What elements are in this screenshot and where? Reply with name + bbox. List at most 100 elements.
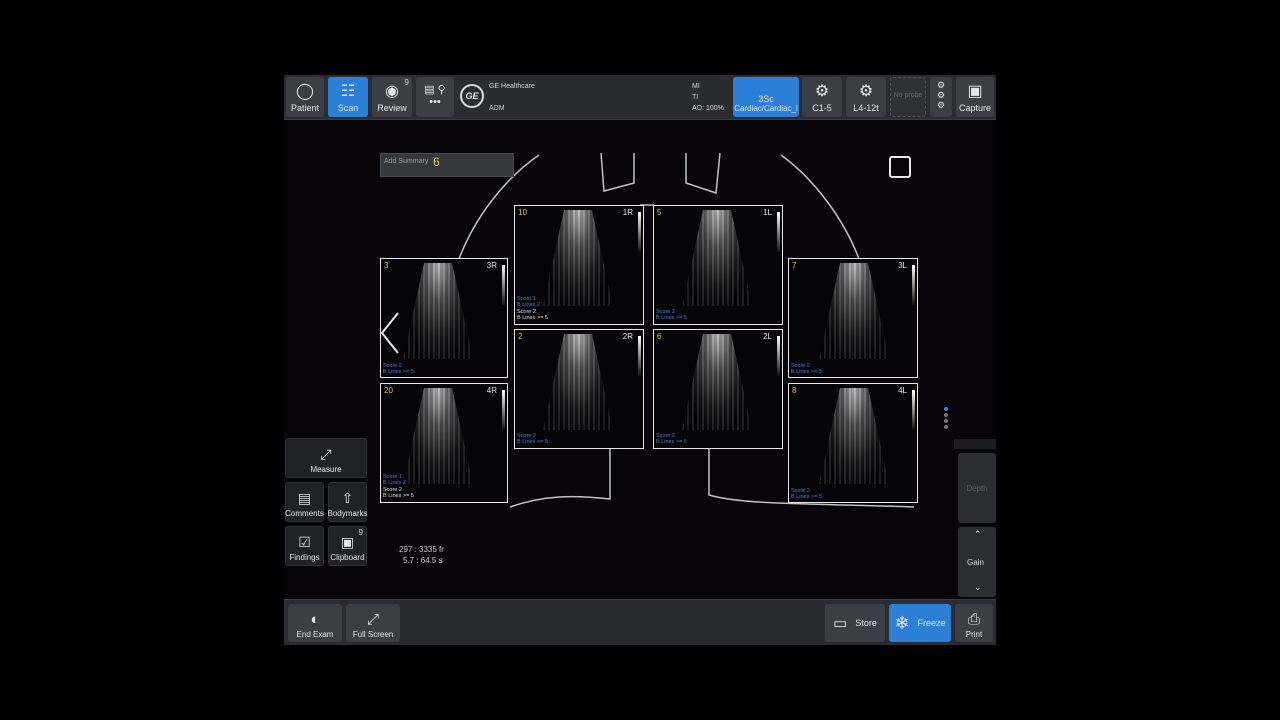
gain-control[interactable]: ⌃ Gain ⌄ bbox=[958, 527, 996, 597]
frame-readout: 297 : 3335 fr 5.7 : 64.5 s bbox=[399, 544, 444, 566]
tile-label: B Lines 2 bbox=[383, 480, 406, 486]
probe-c1-5-button[interactable]: ⚙ C1-5 bbox=[802, 77, 842, 117]
frame-count: 297 : 3335 fr bbox=[399, 545, 444, 554]
store-button[interactable]: ▭ Store bbox=[825, 604, 885, 642]
chevron-up-icon[interactable]: ⌃ bbox=[974, 529, 982, 540]
tile-number: 2 bbox=[518, 332, 523, 341]
snowflake-icon: ❄ bbox=[894, 612, 910, 633]
comment-icon: ▤ bbox=[297, 490, 312, 506]
clipboard-label: Clipboard bbox=[330, 553, 365, 562]
image-icon: ▣ bbox=[340, 534, 355, 550]
capture-icon: ▣ bbox=[967, 83, 983, 100]
full-screen-icon: ⤢ bbox=[366, 611, 379, 628]
tile-zone: 3R bbox=[486, 261, 497, 270]
probe-3sc-button[interactable]: 3Sc Cardiac/Cardiac_l bbox=[733, 77, 799, 117]
capture-label: Capture bbox=[958, 103, 992, 113]
measure-button[interactable]: ⤢ Measure bbox=[285, 438, 367, 478]
ultrasound-image bbox=[819, 388, 889, 484]
lung-zone-tile[interactable]: 2 2R Score 2 B Lines >= 5 bbox=[514, 329, 644, 449]
page-dot bbox=[944, 413, 948, 417]
scan-label: Scan bbox=[337, 103, 359, 113]
clipboard-search-icon: ▤ ⚲ bbox=[424, 83, 446, 96]
depth-label: Depth bbox=[966, 483, 988, 493]
full-screen-button[interactable]: ⤢ Full Screen bbox=[346, 604, 400, 642]
settings-icons: ⚙ ⚙ ⚙ bbox=[936, 80, 946, 110]
print-label: Print bbox=[965, 630, 983, 639]
page-indicator bbox=[944, 407, 950, 429]
user-text: ADM bbox=[489, 105, 505, 112]
tile-number: 6 bbox=[657, 332, 662, 341]
lung-zone-tile[interactable]: 5 1L Score 2 B Lines >= 5 bbox=[653, 205, 783, 325]
tile-zone: 3L bbox=[898, 261, 907, 270]
end-exam-icon: ◐ bbox=[310, 611, 320, 628]
review-count-badge: 9 bbox=[404, 78, 409, 87]
select-checkbox[interactable] bbox=[889, 156, 911, 178]
top-toolbar: ◯ Patient ☷ Scan 9 ◉ Review ▤ ⚲ ••• GE G… bbox=[284, 75, 996, 120]
clipboard-button[interactable]: 9 ▣ Clipboard bbox=[328, 526, 367, 566]
tile-number: 20 bbox=[384, 386, 393, 395]
comments-button[interactable]: ▤ Comments bbox=[285, 482, 324, 522]
lung-zone-tile[interactable]: 20 4R Score 1 B Lines 2 Score 2 B Lines … bbox=[380, 383, 508, 503]
gain-label: Gain bbox=[967, 558, 984, 567]
previous-page-arrow-icon[interactable] bbox=[378, 311, 402, 355]
tile-zone: 1L bbox=[763, 208, 772, 217]
measure-icon: ⤢ bbox=[320, 446, 332, 462]
scan-button[interactable]: ☷ Scan bbox=[328, 77, 368, 117]
lung-zone-tile[interactable]: 7 3L Score 2 B Lines >= 5 bbox=[788, 258, 918, 378]
lung-zone-tile[interactable]: 10 1R Score 1 B Lines 2 Score 2 B Lines … bbox=[514, 205, 644, 325]
ge-logo: GE bbox=[460, 84, 484, 108]
capture-button[interactable]: ▣ Capture bbox=[956, 77, 994, 117]
bottom-toolbar: ◐ End Exam ⤢ Full Screen ▭ Store ❄ Freez… bbox=[284, 599, 996, 645]
add-summary-field[interactable]: Add Summary 6 bbox=[380, 153, 514, 177]
tile-zone: 2L bbox=[763, 332, 772, 341]
tile-label: B Lines >= 5 bbox=[383, 369, 414, 375]
printer-icon: ⎙ bbox=[967, 611, 980, 628]
print-button[interactable]: ⎙ Print bbox=[955, 604, 993, 642]
grayscale-bar bbox=[777, 336, 780, 376]
probe-preset: Cardiac/Cardiac_l bbox=[734, 104, 798, 113]
tile-label: B Lines >= 5 bbox=[791, 369, 822, 375]
person-icon: ◯ bbox=[296, 83, 314, 100]
chevron-down-icon[interactable]: ⌄ bbox=[974, 582, 982, 593]
lung-zone-tile[interactable]: 8 4L Score 2 B Lines >= 5 bbox=[788, 383, 918, 503]
grayscale-bar bbox=[777, 212, 780, 252]
tile-number: 5 bbox=[657, 208, 662, 217]
brand-text: GE Healthcare bbox=[489, 83, 535, 90]
ultrasound-screen: ◯ Patient ☷ Scan 9 ◉ Review ▤ ⚲ ••• GE G… bbox=[284, 75, 996, 645]
probe-l4-12t-button[interactable]: ⚙ L4-12t bbox=[846, 77, 886, 117]
tile-zone: 4R bbox=[486, 386, 497, 395]
bodymarks-button[interactable]: ⇧ Bodymarks bbox=[328, 482, 368, 522]
tile-label: B Lines 2 bbox=[517, 302, 540, 308]
findings-label: Findings bbox=[289, 553, 320, 562]
page-dot bbox=[944, 425, 948, 429]
ao-readout: AO: 100% bbox=[692, 105, 724, 112]
tile-number: 3 bbox=[384, 261, 389, 270]
bodymark-icon: ⇧ bbox=[341, 490, 354, 506]
scan-probe-icon: ☷ bbox=[340, 83, 356, 100]
mi-readout: MI bbox=[692, 83, 700, 90]
tile-number: 8 bbox=[792, 386, 797, 395]
findings-button[interactable]: ☑ Findings bbox=[285, 526, 324, 566]
freeze-button[interactable]: ❄ Freeze bbox=[889, 604, 951, 642]
tile-zone: 1R bbox=[622, 208, 633, 217]
tile-label: B Lines >= 5 bbox=[517, 439, 548, 445]
tile-zone: 4L bbox=[898, 386, 907, 395]
ultrasound-image bbox=[403, 388, 473, 484]
settings-stack[interactable]: ⚙ ⚙ ⚙ bbox=[930, 77, 952, 117]
tile-label: B Lines >= 5 bbox=[656, 315, 687, 321]
summary-score: 6 bbox=[433, 155, 440, 169]
grayscale-bar bbox=[638, 212, 641, 252]
patient-button[interactable]: ◯ Patient bbox=[286, 77, 324, 117]
review-label: Review bbox=[377, 103, 407, 113]
end-exam-label: End Exam bbox=[296, 630, 334, 639]
patient-label: Patient bbox=[290, 103, 320, 113]
tile-label: B Lines >= 5 bbox=[383, 493, 414, 499]
more-dots-icon: ••• bbox=[429, 95, 441, 108]
utilities-button[interactable]: ▤ ⚲ ••• bbox=[416, 77, 454, 117]
right-panel-top bbox=[954, 439, 996, 449]
no-probe-slot: No probe bbox=[890, 77, 926, 117]
lung-zone-tile[interactable]: 6 2L Score 2 B Lines >= 5 bbox=[653, 329, 783, 449]
review-button[interactable]: 9 ◉ Review bbox=[372, 77, 412, 117]
end-exam-button[interactable]: ◐ End Exam bbox=[288, 604, 342, 642]
video-camera-icon: ▭ bbox=[833, 615, 848, 632]
